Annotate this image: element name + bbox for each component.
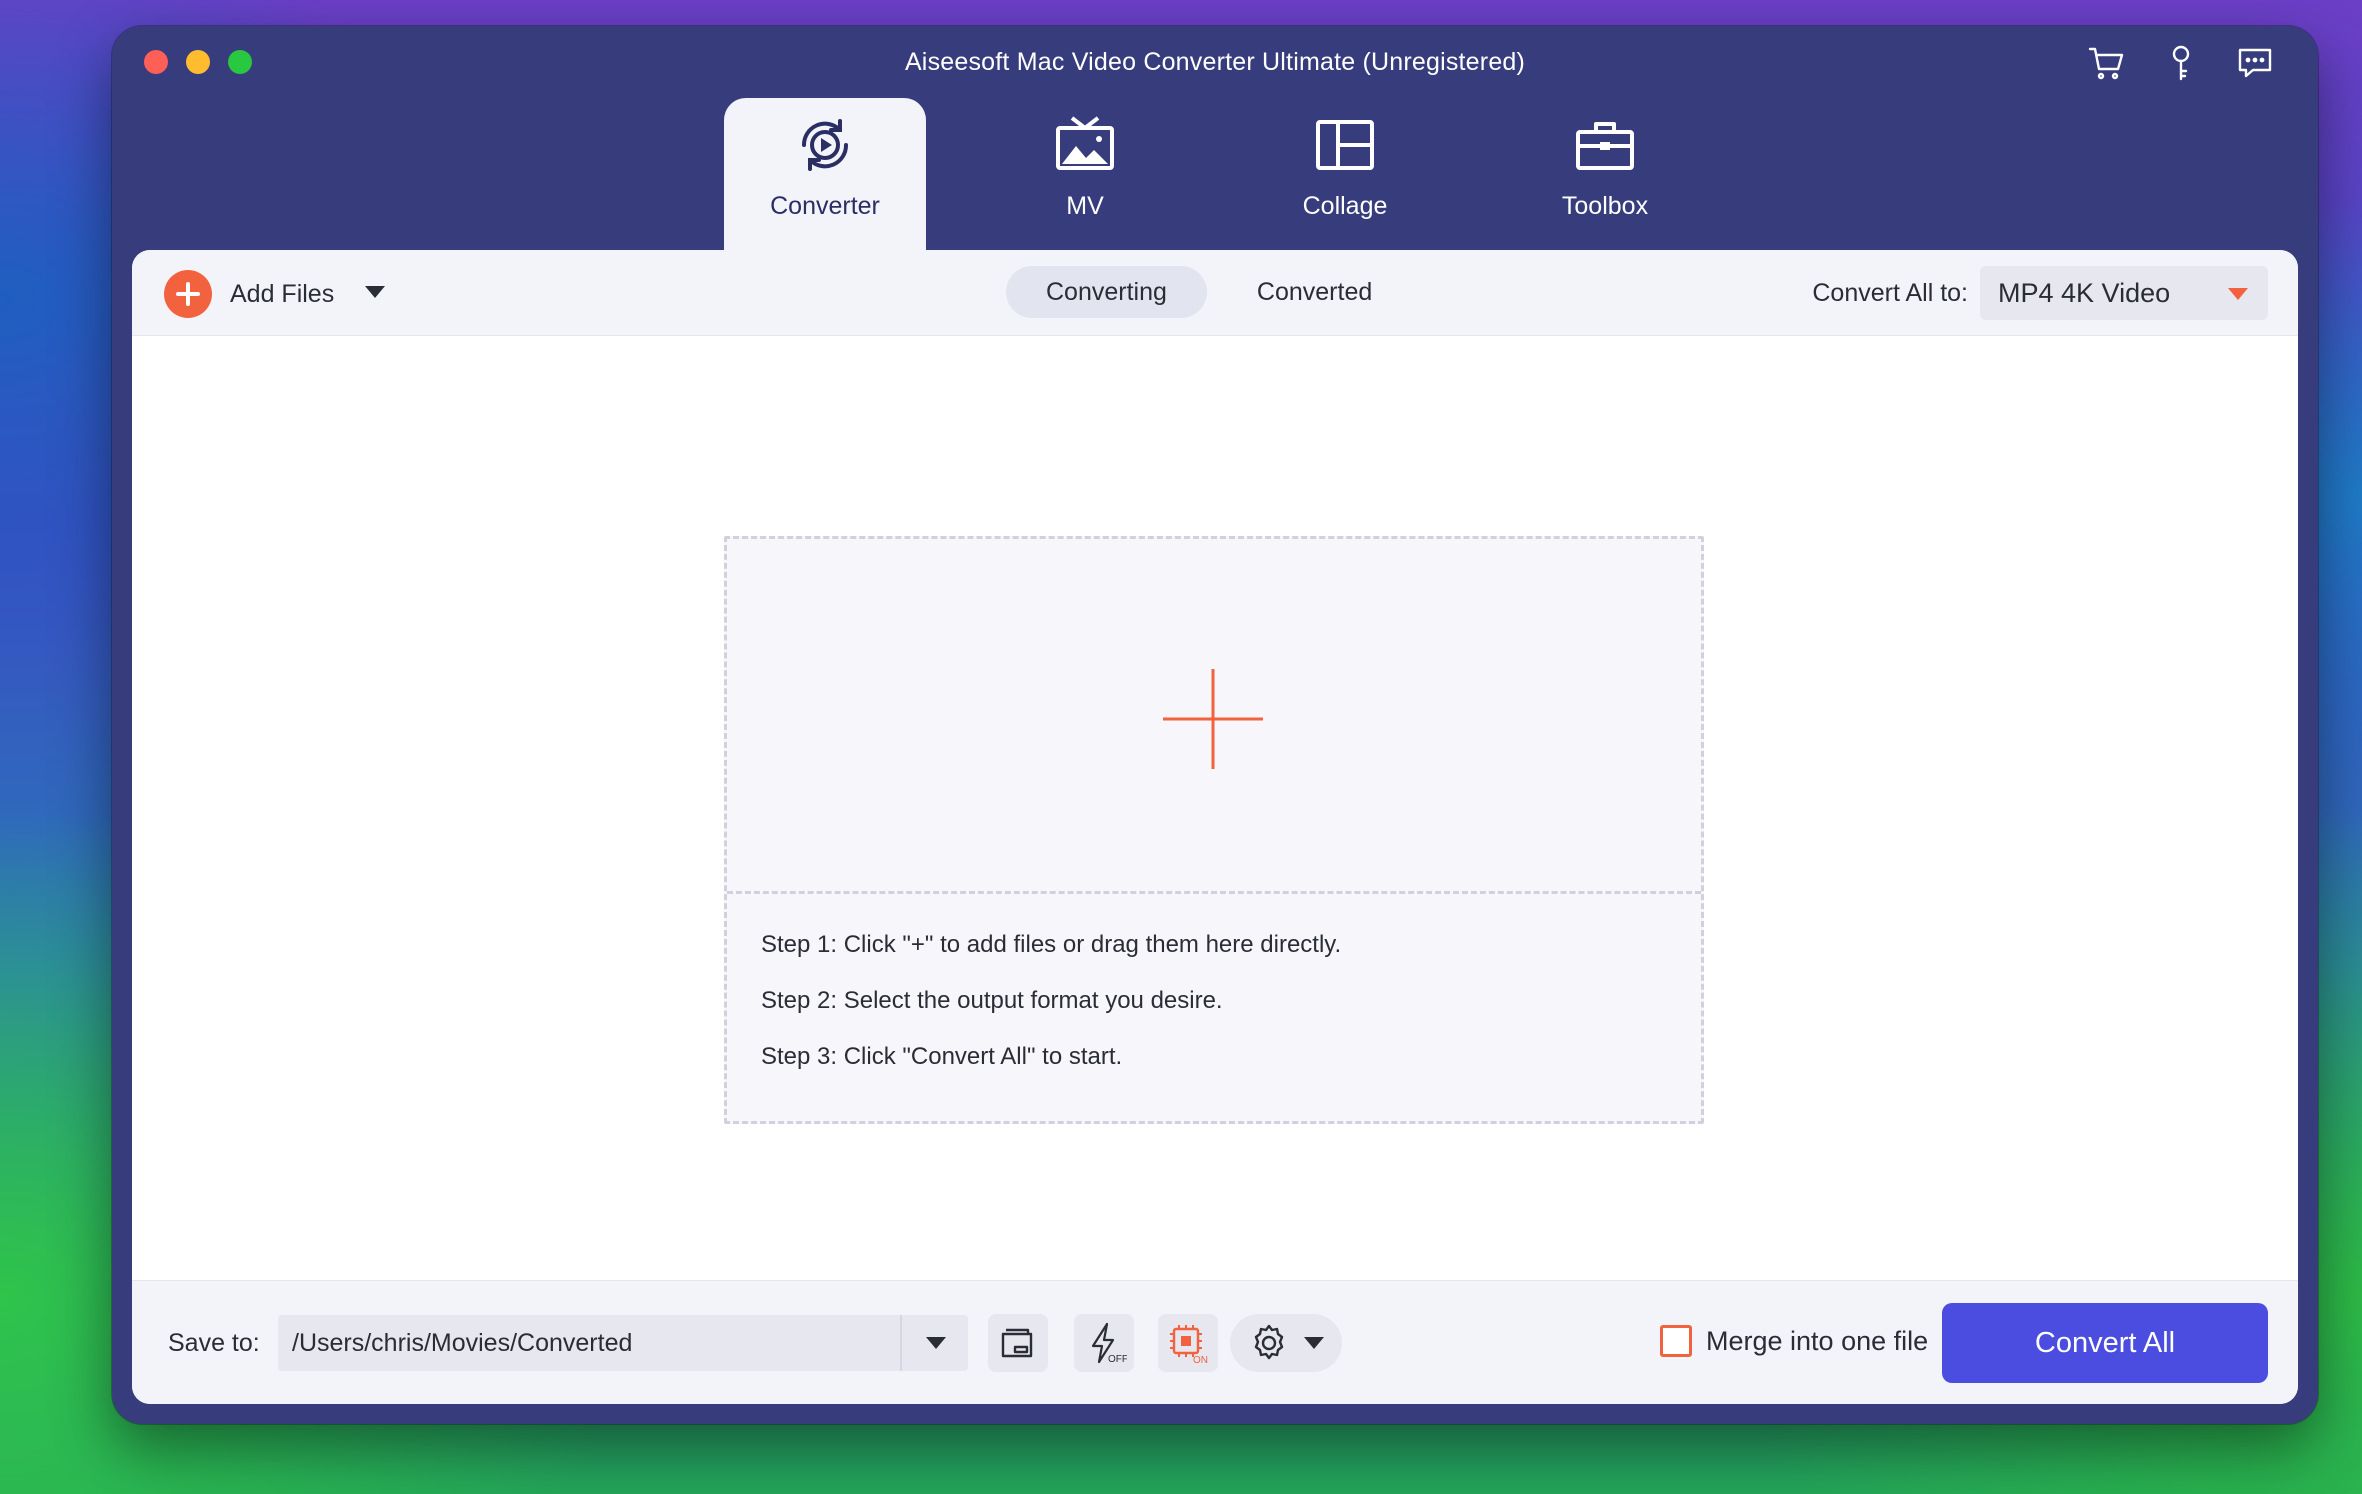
- instructions: Step 1: Click "+" to add files or drag t…: [727, 894, 1701, 1070]
- tab-label: Toolbox: [1561, 192, 1649, 220]
- feedback-icon[interactable]: [2232, 40, 2278, 86]
- mv-icon: [1056, 116, 1114, 170]
- chevron-down-icon: [1304, 1337, 1324, 1349]
- key-icon[interactable]: [2158, 40, 2204, 86]
- tab-label: MV: [1066, 192, 1104, 220]
- collage-icon: [1316, 120, 1374, 170]
- step-3-text: Step 3: Click "Convert All" to start.: [761, 1043, 1123, 1070]
- save-path-value: /Users/chris/Movies/Converted: [292, 1328, 633, 1357]
- checkbox-icon: [1660, 1325, 1692, 1357]
- step-1-text: Step 1: Click "+" to add files or drag t…: [761, 931, 1342, 958]
- tab-label: Converter: [770, 192, 880, 220]
- app-window: Aiseesoft Mac Video Converter Ultimate (…: [112, 26, 2318, 1424]
- lightning-off-icon: OFF: [1091, 1322, 1127, 1365]
- converted-tab[interactable]: Converted: [1217, 266, 1412, 318]
- tab-mv[interactable]: MV: [984, 98, 1186, 250]
- folder-icon: [1001, 1328, 1033, 1358]
- hw-accel-off-text: OFF: [1108, 1354, 1127, 1365]
- save-path-field[interactable]: /Users/chris/Movies/Converted: [278, 1315, 968, 1371]
- cpu-on-icon: ON: [1170, 1325, 1208, 1366]
- step-2-text: Step 2: Select the output format you des…: [761, 987, 1223, 1014]
- convert-all-to-label: Convert All to:: [1812, 278, 1968, 307]
- merge-into-one-file-checkbox[interactable]: Merge into one file: [1660, 1325, 1928, 1357]
- gear-icon: [1254, 1324, 1284, 1360]
- add-files-dropdown-icon[interactable]: [365, 286, 385, 298]
- settings-button[interactable]: [1230, 1314, 1342, 1372]
- convert-all-button[interactable]: Convert All: [1942, 1303, 2268, 1383]
- tab-label: Collage: [1302, 192, 1388, 220]
- convert-all-to: Convert All to: MP4 4K Video: [1812, 266, 2268, 320]
- file-drop-zone[interactable]: Step 1: Click "+" to add files or drag t…: [724, 536, 1704, 1124]
- output-format-select[interactable]: MP4 4K Video: [1980, 266, 2268, 320]
- save-path-dropdown[interactable]: [900, 1315, 968, 1371]
- cart-icon[interactable]: [2084, 40, 2130, 86]
- save-to-label: Save to:: [168, 1329, 260, 1357]
- add-files-label: Add Files: [230, 279, 335, 308]
- bottom-bar: Save to: /Users/chris/Movies/Converted O…: [132, 1280, 2298, 1404]
- add-files-button[interactable]: Add Files: [164, 270, 334, 318]
- hardware-acceleration-button[interactable]: OFF: [1074, 1314, 1134, 1372]
- tab-collage[interactable]: Collage: [1244, 98, 1446, 250]
- main-tabs: Converter MV Collage Toolbox: [724, 98, 1764, 250]
- converting-tab[interactable]: Converting: [1006, 266, 1207, 318]
- tab-converter[interactable]: Converter: [724, 98, 926, 250]
- toolbox-icon: [1576, 122, 1634, 170]
- gpu-on-text: ON: [1193, 1355, 1208, 1366]
- add-icon: [164, 270, 212, 318]
- converter-toolbar: Add Files Converting Converted Convert A…: [132, 250, 2298, 336]
- status-segment-control: Converting Converted: [1006, 266, 1412, 318]
- converter-panel: Add Files Converting Converted Convert A…: [132, 250, 2298, 1404]
- title-bar-actions: [2084, 40, 2278, 86]
- plus-icon: [1163, 669, 1263, 769]
- window-title: Aiseesoft Mac Video Converter Ultimate (…: [904, 48, 1526, 76]
- gpu-acceleration-button[interactable]: ON: [1158, 1314, 1218, 1372]
- merge-label: Merge into one file: [1706, 1325, 1929, 1356]
- open-folder-button[interactable]: [988, 1314, 1048, 1372]
- converter-icon: [801, 119, 849, 171]
- tab-toolbox[interactable]: Toolbox: [1504, 98, 1706, 250]
- add-files-area[interactable]: [727, 539, 1701, 894]
- chevron-down-icon: [2228, 288, 2248, 300]
- output-format-value: MP4 4K Video: [1998, 277, 2171, 308]
